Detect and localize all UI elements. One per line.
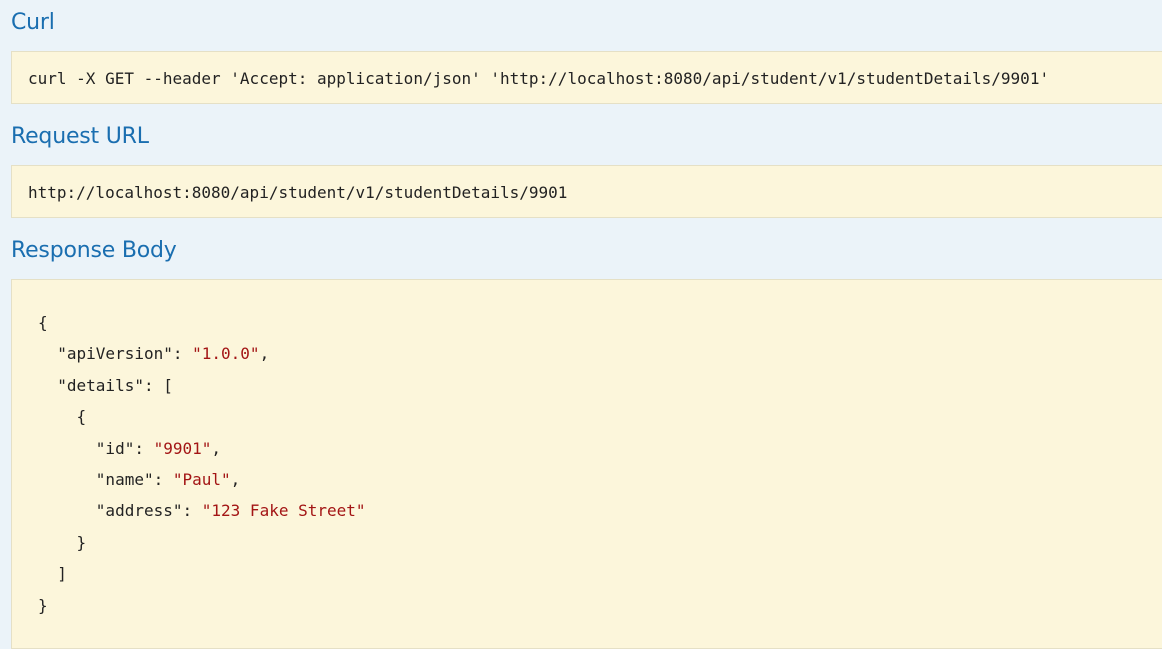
curl-command-text: curl -X GET --header 'Accept: applicatio…	[28, 69, 1050, 88]
json-details-open-bracket: [	[163, 375, 173, 395]
request-url-block: http://localhost:8080/api/student/v1/stu…	[11, 165, 1162, 218]
json-item-open-brace: {	[76, 407, 87, 427]
request-url-heading: Request URL	[11, 124, 149, 149]
json-value-name: "Paul"	[172, 469, 231, 489]
json-line: "address": "123 Fake Street"	[95, 501, 366, 521]
json-key-apiversion: "apiVersion"	[57, 344, 173, 364]
curl-command-block: curl -X GET --header 'Accept: applicatio…	[11, 51, 1162, 104]
json-line: }	[38, 590, 1162, 621]
json-value-id: "9901"	[153, 438, 212, 458]
json-close-brace: }	[38, 595, 48, 615]
json-item-close-brace: }	[76, 532, 87, 552]
json-value-apiversion: "1.0.0"	[192, 344, 260, 364]
request-url-text: http://localhost:8080/api/student/v1/stu…	[28, 183, 568, 202]
curl-heading: Curl	[11, 10, 55, 35]
json-line: "id": "9901",	[95, 438, 222, 458]
json-line: {	[38, 401, 1162, 432]
json-key-details: "details"	[57, 375, 144, 395]
json-line: }	[38, 527, 1162, 558]
json-line: {	[38, 307, 1162, 338]
json-line: "details": [	[57, 375, 173, 395]
json-details-close-bracket: ]	[57, 564, 67, 584]
json-line: "apiVersion": "1.0.0",	[57, 344, 270, 364]
json-line: "name": "Paul",	[95, 469, 241, 489]
response-body-heading: Response Body	[11, 238, 177, 263]
json-key-name: "name"	[95, 469, 154, 489]
json-line: ]	[38, 558, 1162, 589]
json-key-id: "id"	[95, 438, 135, 458]
response-body-block: { "apiVersion": "1.0.0", "details": [ { …	[11, 279, 1162, 649]
json-open-brace: {	[38, 313, 48, 332]
json-key-address: "address"	[95, 501, 183, 521]
json-value-address: "123 Fake Street"	[201, 501, 366, 521]
